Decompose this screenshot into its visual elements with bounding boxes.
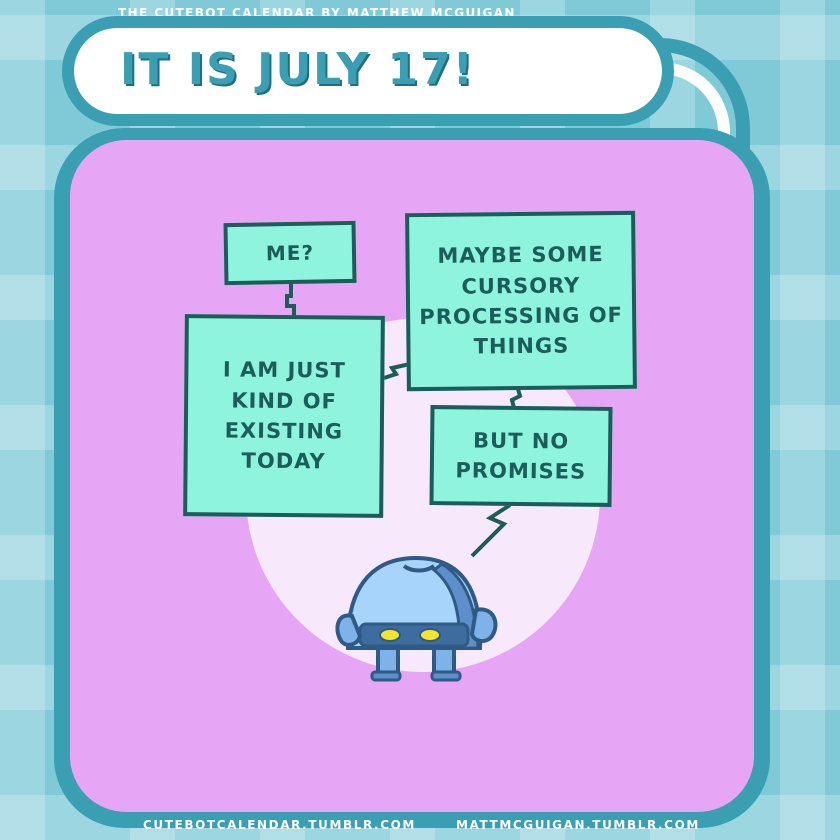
connector-me-existing (285, 284, 296, 316)
speech-bubble-me: Me? (223, 220, 357, 286)
robot-right-foot (430, 670, 462, 682)
robot-right-eye (419, 628, 441, 642)
speech-bubble-promises: But no promises (429, 405, 613, 507)
robot-left-eye (379, 628, 401, 642)
footer-link-left[interactable]: cutebotcalendar.tumblr.com (143, 818, 416, 832)
cutebot-robot-icon (335, 555, 498, 682)
speech-tail (470, 503, 512, 558)
bubble-connectors (285, 284, 523, 558)
robot-left-foot (370, 670, 402, 682)
robot-face-band (358, 622, 470, 648)
speech-bubble-existing: I am just kind of existing today (183, 314, 385, 518)
footer-link-right[interactable]: mattmcguigan.tumblr.com (456, 818, 700, 832)
speech-bubble-maybe: Maybe some cursory processing of things (405, 210, 637, 392)
robot-right-arm (469, 607, 498, 643)
